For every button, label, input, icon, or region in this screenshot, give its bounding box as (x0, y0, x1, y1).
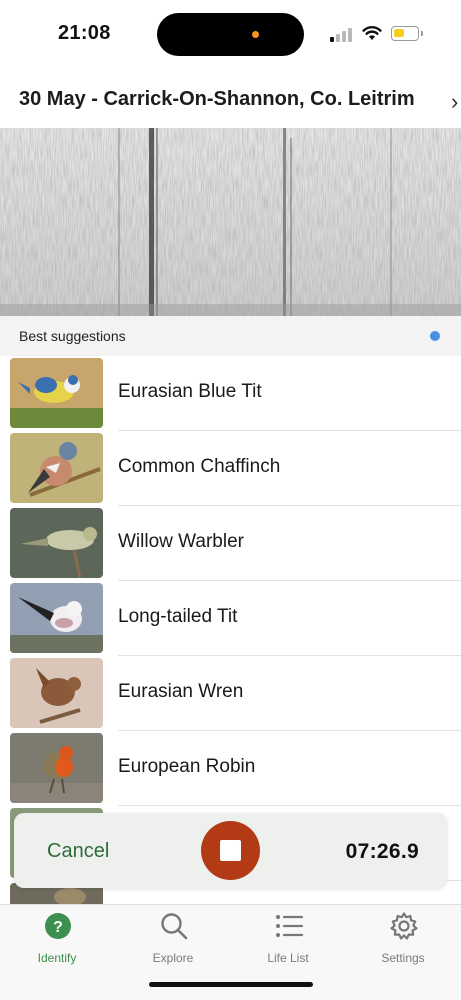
dynamic-island (157, 13, 304, 56)
identify-icon: ? (45, 913, 71, 939)
tab-settings[interactable]: Settings (353, 911, 453, 971)
spectrogram[interactable] (0, 128, 461, 316)
list-item[interactable]: Eurasian Blue Tit (0, 356, 461, 431)
recording-title: 30 May - Carrick-On-Shannon, Co. Leitrim (19, 88, 415, 110)
list-item[interactable]: Common Chaffinch (0, 431, 461, 506)
search-icon (161, 913, 188, 940)
gear-icon (390, 912, 418, 940)
tab-label: Identify (37, 951, 77, 965)
stop-recording-button[interactable] (201, 821, 260, 880)
stop-icon (220, 840, 241, 861)
recording-controls: Cancel 07:26.9 (14, 813, 447, 888)
suggestions-status-dot (430, 331, 440, 341)
bird-thumbnail (10, 508, 103, 578)
species-name: Common Chaffinch (118, 456, 281, 477)
battery-icon (391, 26, 423, 41)
wifi-icon (362, 26, 382, 40)
cancel-button[interactable]: Cancel (47, 840, 109, 863)
species-name: European Robin (118, 756, 256, 777)
list-item[interactable]: European Robin (0, 731, 461, 806)
tab-identify[interactable]: ? Identify (7, 911, 107, 971)
status-time: 21:08 (58, 22, 111, 44)
list-item[interactable]: Long-tailed Tit (0, 581, 461, 656)
tab-label: Explore (152, 951, 194, 965)
status-bar: 21:08 (0, 0, 461, 70)
list-icon (276, 915, 304, 937)
species-name: Willow Warbler (118, 531, 244, 552)
bird-thumbnail (10, 733, 103, 803)
bird-thumbnail (10, 433, 103, 503)
suggestions-header: Best suggestions (0, 316, 461, 356)
tab-label: Life List (267, 951, 309, 965)
list-item[interactable]: Willow Warbler (0, 506, 461, 581)
elapsed-time: 07:26.9 (345, 840, 419, 863)
recording-title-row[interactable]: 30 May - Carrick-On-Shannon, Co. Leitrim… (0, 86, 461, 118)
species-name: Eurasian Blue Tit (118, 381, 262, 402)
suggestions-label: Best suggestions (19, 328, 126, 344)
list-item[interactable]: Eurasian Wren (0, 656, 461, 731)
species-name: Long-tailed Tit (118, 606, 238, 627)
bird-thumbnail (10, 583, 103, 653)
bird-thumbnail (10, 658, 103, 728)
bird-thumbnail (10, 358, 103, 428)
recording-indicator-dot (252, 31, 259, 38)
species-name: Eurasian Wren (118, 681, 244, 702)
cellular-signal-icon (330, 27, 354, 42)
svg-text:?: ? (53, 919, 63, 936)
tab-label: Settings (381, 951, 425, 965)
tab-explore[interactable]: Explore (123, 911, 223, 971)
tab-life-list[interactable]: Life List (238, 911, 338, 971)
spectrogram-image (0, 128, 461, 316)
chevron-right-icon: › (451, 89, 459, 114)
home-indicator (149, 982, 313, 987)
